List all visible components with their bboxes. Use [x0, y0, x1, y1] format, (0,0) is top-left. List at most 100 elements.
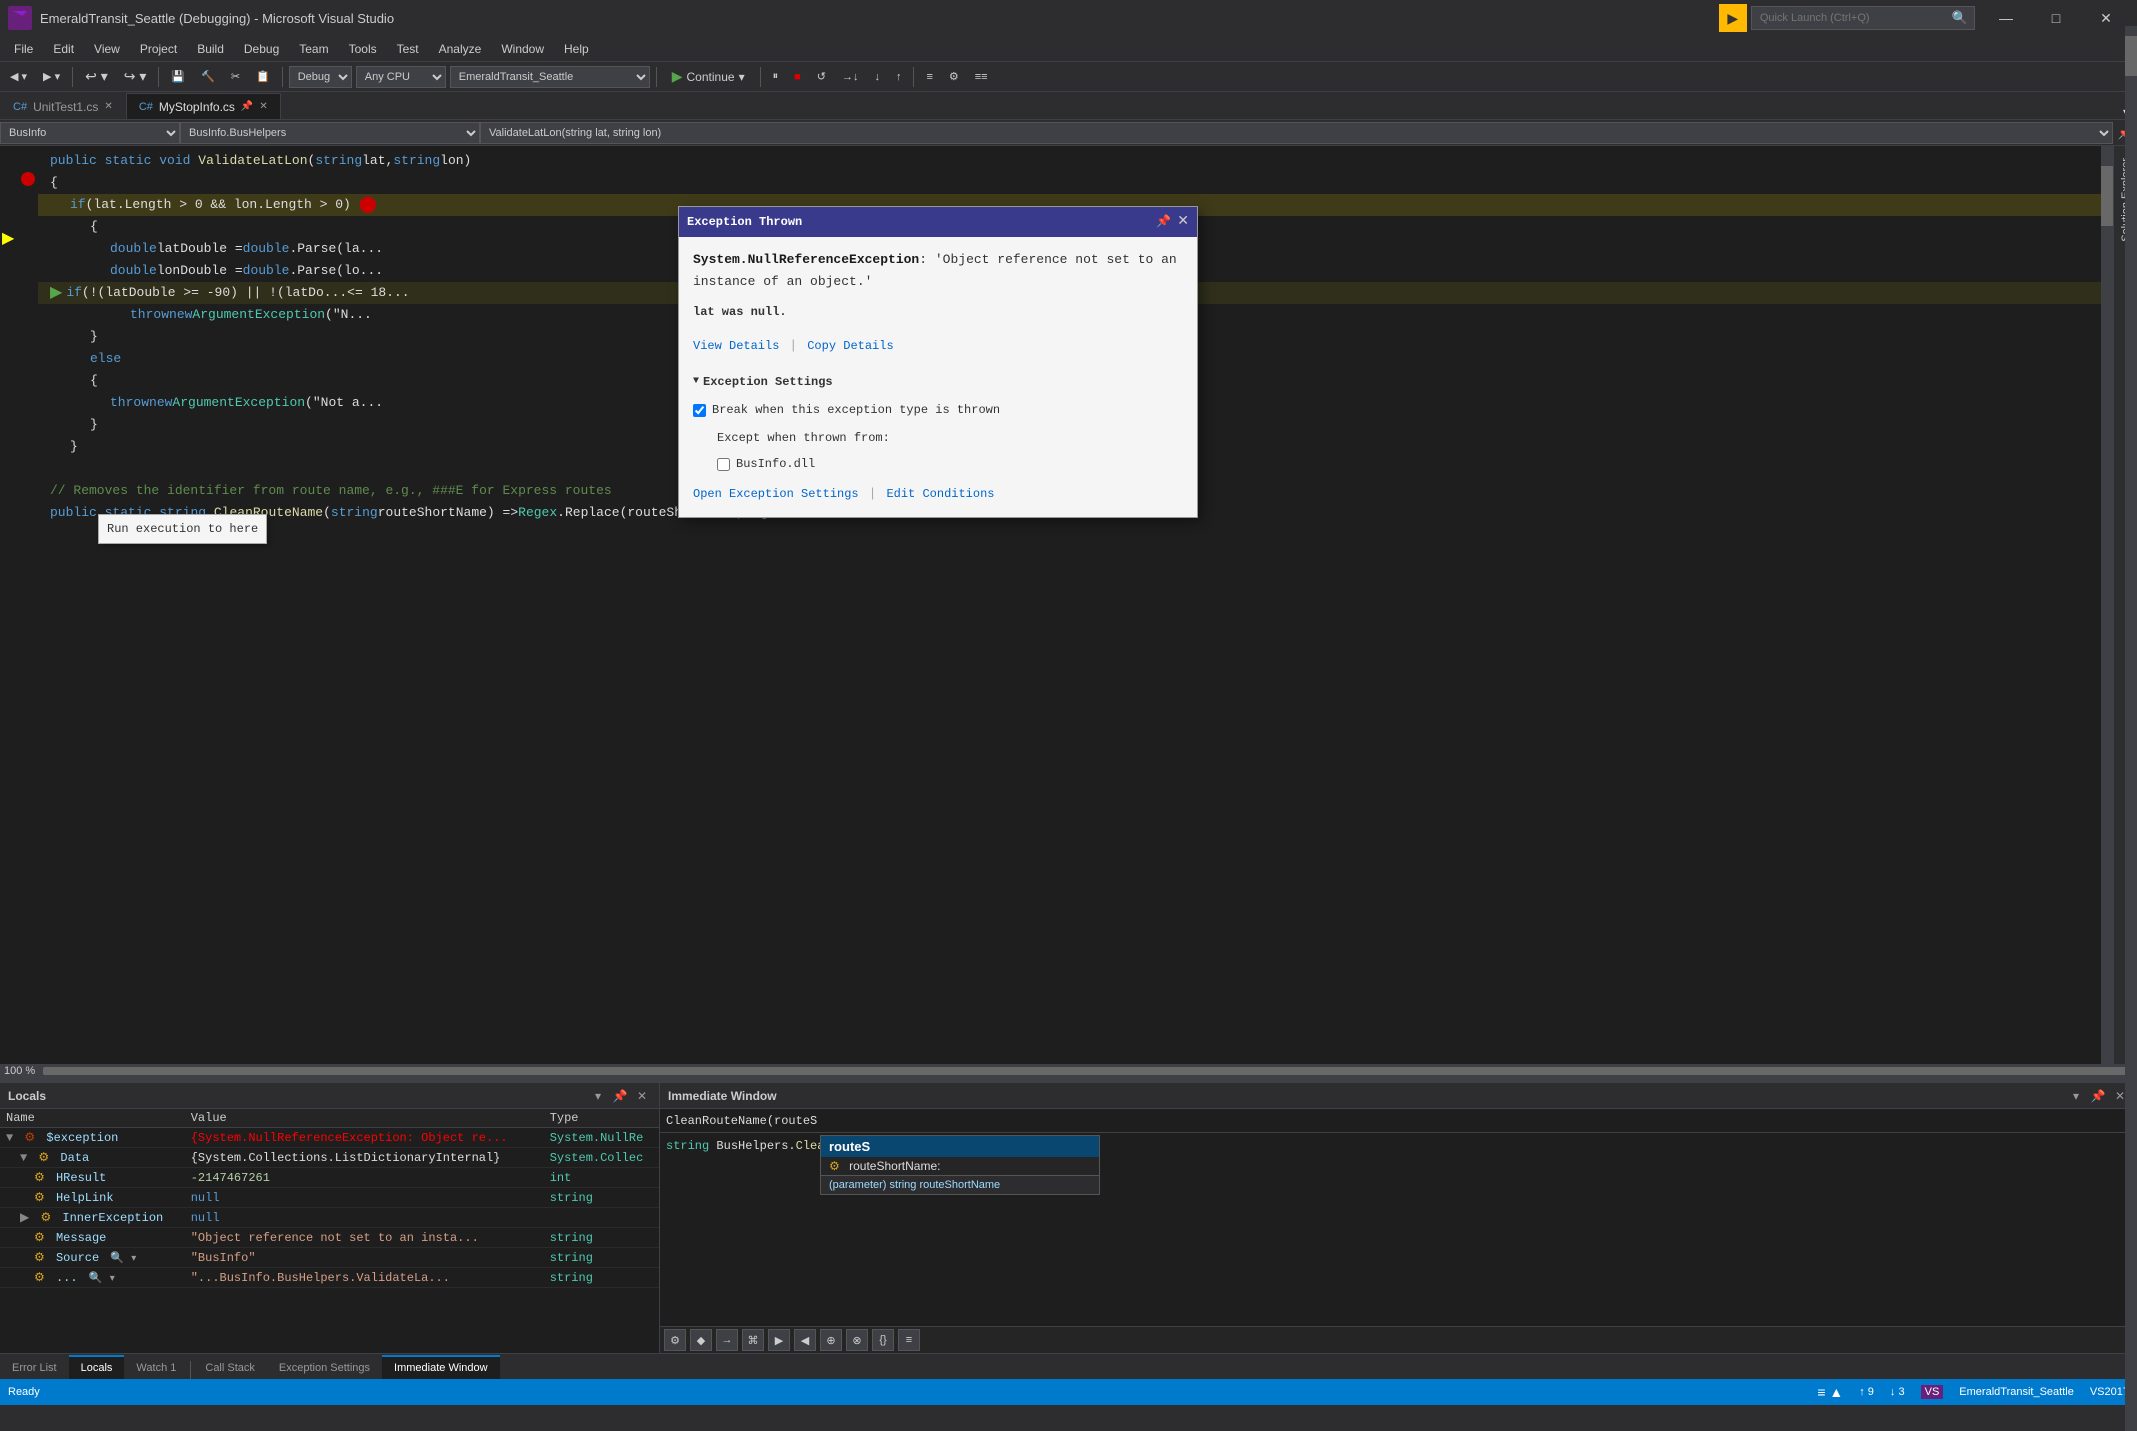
exception-close-button[interactable]: ✕ [1177, 211, 1189, 233]
breakpoint-gutter[interactable] [18, 146, 38, 1064]
editor-scrollbar-h-area[interactable]: 100 % [0, 1064, 2137, 1078]
locals-row-message[interactable]: ⚙ Message "Object reference not set to a… [0, 1228, 659, 1248]
break-checkbox[interactable] [693, 404, 706, 417]
menu-edit[interactable]: Edit [43, 36, 84, 62]
is-btn-10[interactable]: ≡ [898, 1329, 920, 1351]
tab-mystopinfo-pin[interactable]: 📌 [241, 101, 253, 112]
menu-tools[interactable]: Tools [339, 36, 387, 62]
btab-watch1[interactable]: Watch 1 [124, 1355, 188, 1379]
menu-window[interactable]: Window [491, 36, 554, 62]
toolbar-forward[interactable]: ▶ ▾ [37, 68, 66, 85]
h-scrollbar-thumb[interactable] [43, 1067, 2133, 1075]
btab-call-stack[interactable]: Call Stack [193, 1355, 267, 1379]
tab-mystopinfo-close[interactable]: ✕ [259, 101, 267, 112]
locals-row-innerexception[interactable]: ▶ ⚙ InnerException null [0, 1208, 659, 1228]
autocomplete-item-routeshortname[interactable]: ⚙ routeShortName: [821, 1157, 1099, 1175]
is-btn-7[interactable]: ⊕ [820, 1329, 842, 1351]
minimize-button[interactable]: — [1983, 0, 2029, 36]
copy-details-link[interactable]: Copy Details [807, 335, 893, 357]
is-btn-1[interactable]: ⚙ [664, 1329, 686, 1351]
menu-file[interactable]: File [4, 36, 43, 62]
expand-exception[interactable]: ▼ [6, 1131, 13, 1145]
btab-locals[interactable]: Locals [69, 1355, 125, 1379]
expand-inner[interactable]: ▶ [20, 1211, 29, 1225]
businfo-checkbox[interactable] [717, 458, 730, 471]
immediate-scrollbar[interactable] [2125, 26, 2137, 1405]
toolbar-debug-step1[interactable]: ⏸ [767, 68, 785, 85]
immediate-scrollbar-thumb[interactable] [2125, 36, 2137, 76]
immediate-input-area[interactable]: routeS ⚙ routeShortName: (parameter) str… [660, 1109, 2137, 1133]
class-select[interactable]: BusInfo [0, 122, 180, 144]
menu-help[interactable]: Help [554, 36, 599, 62]
expand-data[interactable]: ▼ [20, 1151, 27, 1165]
menu-view[interactable]: View [84, 36, 130, 62]
is-btn-8[interactable]: ⊗ [846, 1329, 868, 1351]
cpu-select[interactable]: Any CPU [356, 66, 446, 88]
locals-close-btn[interactable]: ✕ [633, 1087, 651, 1105]
menu-debug[interactable]: Debug [234, 36, 289, 62]
search-container[interactable]: 🔍 [1751, 6, 1975, 30]
menu-test[interactable]: Test [387, 36, 429, 62]
tab-unittest[interactable]: C# UnitTest1.cs ✕ [0, 93, 126, 119]
namespace-select[interactable]: BusInfo.BusHelpers [180, 122, 480, 144]
immediate-dropdown-btn[interactable]: ▾ [2067, 1087, 2085, 1105]
locals-row-data[interactable]: ▼ ⚙ Data {System.Collections.ListDiction… [0, 1148, 659, 1168]
open-exception-settings-link[interactable]: Open Exception Settings [693, 483, 859, 505]
toolbar-cut[interactable]: ✂ [225, 68, 246, 85]
menu-build[interactable]: Build [187, 36, 234, 62]
toolbar-step-into[interactable]: ↓ [868, 69, 886, 85]
toolbar-extra2[interactable]: ≡≡ [969, 69, 994, 85]
toolbar-step-over[interactable]: →↓ [836, 69, 865, 85]
menu-project[interactable]: Project [130, 36, 187, 62]
is-btn-3[interactable]: → [716, 1329, 738, 1351]
toolbar-redo[interactable]: ↪ ▾ [118, 66, 153, 87]
tab-unittest-close[interactable]: ✕ [104, 101, 112, 112]
view-details-link[interactable]: View Details [693, 335, 779, 357]
maximize-button[interactable]: □ [2033, 0, 2079, 36]
is-btn-2[interactable]: ◆ [690, 1329, 712, 1351]
edit-conditions-link[interactable]: Edit Conditions [886, 483, 994, 505]
toolbar-debug-restart[interactable]: ↺ [811, 68, 832, 85]
source-dropdown[interactable]: ▾ [131, 1254, 136, 1265]
toolbar-step-out[interactable]: ↑ [890, 69, 908, 85]
toolbar-back[interactable]: ◀ ▾ [4, 68, 33, 85]
build-config-select[interactable]: Debug [289, 66, 352, 88]
immediate-input-field[interactable] [666, 1114, 2131, 1128]
quick-launch-input[interactable] [1752, 6, 1952, 30]
stacktrace-dropdown[interactable]: ▾ [110, 1274, 115, 1285]
locals-pin-btn[interactable]: 📌 [611, 1087, 629, 1105]
is-btn-4[interactable]: ⌘ [742, 1329, 764, 1351]
toolbar-save-all[interactable]: 💾 [165, 68, 191, 85]
method-select[interactable]: ValidateLatLon(string lat, string lon) [480, 122, 2113, 144]
scrollbar-thumb-v[interactable] [2101, 166, 2113, 226]
is-btn-9[interactable]: {} [872, 1329, 894, 1351]
menu-analyze[interactable]: Analyze [429, 36, 492, 62]
locals-row-helplink[interactable]: ⚙ HelpLink null string [0, 1188, 659, 1208]
tab-mystopinfo[interactable]: C# MyStopInfo.cs 📌 ✕ [126, 93, 281, 119]
code-editor[interactable]: Run execution to here public static void… [38, 146, 2101, 1064]
locals-row-exception[interactable]: ▼ ⚙ $exception {System.NullReferenceExce… [0, 1128, 659, 1148]
toolbar-build[interactable]: 🔨 [195, 68, 221, 85]
toolbar-debug-stop[interactable]: ■ [788, 69, 807, 85]
is-btn-6[interactable]: ◀ [794, 1329, 816, 1351]
toolbar-copy[interactable]: 📋 [250, 68, 276, 85]
toolbar-extra1[interactable]: ⚙ [943, 68, 965, 85]
btab-error-list[interactable]: Error List [0, 1355, 69, 1379]
close-button[interactable]: ✕ [2083, 0, 2129, 36]
menu-team[interactable]: Team [289, 36, 338, 62]
is-btn-5[interactable]: ▶ [768, 1329, 790, 1351]
immediate-pin-btn[interactable]: 📌 [2089, 1087, 2107, 1105]
project-select[interactable]: EmeraldTransit_Seattle [450, 66, 650, 88]
btab-immediate-window[interactable]: Immediate Window [382, 1355, 500, 1379]
locals-row-stacktrace[interactable]: ⚙ ... 🔍 ▾ "...BusInfo.BusHelpers.Validat… [0, 1268, 659, 1288]
toolbar-more[interactable]: ≡ [920, 69, 938, 85]
continue-button[interactable]: ▶ Continue ▾ [663, 65, 754, 88]
breakpoint-marker[interactable] [21, 172, 35, 186]
locals-dropdown-btn[interactable]: ▾ [589, 1087, 607, 1105]
toolbar-undo[interactable]: ↩ ▾ [79, 66, 114, 87]
locals-row-source[interactable]: ⚙ Source 🔍 ▾ "BusInfo" string [0, 1248, 659, 1268]
btab-exception-settings[interactable]: Exception Settings [267, 1355, 382, 1379]
exception-pin-icon[interactable]: 📌 [1156, 211, 1171, 233]
editor-scrollbar-v[interactable] [2101, 146, 2113, 1064]
locals-row-hresult[interactable]: ⚙ HResult -2147467261 int [0, 1168, 659, 1188]
